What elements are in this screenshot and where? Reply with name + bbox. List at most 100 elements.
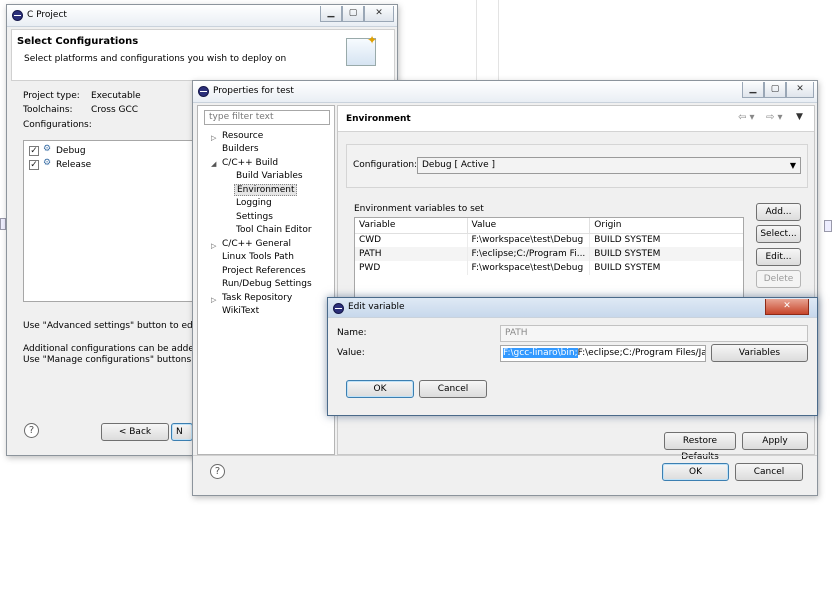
edit-variable-titlebar: Edit variable ✕ [328, 298, 817, 318]
tree-item-logging[interactable]: Logging [236, 198, 272, 208]
wizard-subheading: Select platforms and configurations you … [24, 54, 287, 64]
minimize-button[interactable]: ▁ [742, 82, 764, 98]
table-row[interactable]: PATH F:\eclipse;C:/Program Fi... BUILD S… [355, 247, 743, 261]
variables-button[interactable]: Variables [711, 344, 808, 362]
edit-variable-dialog: Edit variable ✕ Name: PATH Value: F:\gcc… [327, 297, 818, 416]
back-button[interactable]: < Back [101, 423, 169, 441]
table-row[interactable]: PWD F:\workspace\test\Debug BUILD SYSTEM [355, 261, 743, 275]
ok-button[interactable]: OK [346, 380, 414, 398]
page-title: Environment [346, 114, 411, 124]
help-icon[interactable]: ? [210, 464, 225, 479]
row-value: F:\workspace\test\Debug [467, 233, 591, 247]
bg-edge-icon [824, 220, 832, 232]
close-button[interactable]: ✕ [765, 299, 809, 315]
maximize-button[interactable]: ▢ [764, 82, 786, 98]
name-field[interactable]: PATH [500, 325, 808, 342]
cancel-button[interactable]: Cancel [735, 463, 803, 481]
properties-title: Properties for test [213, 86, 294, 96]
wizard-banner-icon: ✦ [346, 33, 377, 66]
env-vars-table: Variable Value Origin CWD F:\workspace\t… [354, 217, 744, 301]
sparkle-icon: ✦ [367, 33, 378, 47]
wizard-heading: Select Configurations [17, 36, 139, 47]
eclipse-app-icon [198, 86, 209, 97]
restore-defaults-button[interactable]: Restore Defaults [664, 432, 736, 462]
table-row[interactable]: CWD F:\workspace\test\Debug BUILD SYSTEM [355, 233, 743, 247]
cancel-button[interactable]: Cancel [419, 380, 487, 398]
edit-button[interactable]: Edit... [756, 248, 801, 266]
close-button[interactable]: ✕ [786, 82, 814, 98]
configuration-select[interactable]: Debug [ Active ] ▼ [417, 157, 801, 174]
release-checkbox[interactable]: ✓ [29, 160, 39, 170]
close-button[interactable]: ✕ [364, 6, 394, 22]
row-value: F:\eclipse;C:/Program Fi... [467, 247, 591, 261]
config-release-label: Release [56, 160, 92, 170]
tree-item-toolchain-editor[interactable]: Tool Chain Editor [236, 225, 312, 235]
eclipse-app-icon [333, 303, 344, 314]
tree-item-linux-tools[interactable]: Linux Tools Path [222, 252, 294, 262]
tree-item-resource[interactable]: Resource [222, 131, 263, 141]
column-variable[interactable]: Variable [355, 218, 468, 234]
env-vars-label: Environment variables to set [354, 204, 484, 214]
tree-item-builders[interactable]: Builders [222, 144, 259, 154]
property-tree-pane: type filter text ▷ Resource Builders ◢ C… [197, 105, 335, 455]
chevron-right-icon[interactable]: ▷ [211, 242, 216, 250]
tree-item-run-debug[interactable]: Run/Debug Settings [222, 279, 312, 289]
apply-button[interactable]: Apply [742, 432, 808, 450]
config-debug-label: Debug [56, 146, 86, 156]
configurations-label: Configurations: [23, 120, 92, 130]
view-menu-icon[interactable]: ▼ [796, 112, 803, 122]
ok-button[interactable]: OK [662, 463, 729, 481]
toolchains-value: Cross GCC [91, 105, 139, 115]
chevron-down-icon[interactable]: ◢ [211, 160, 216, 168]
value-selected-text: F:\gcc-linaro\bin; [503, 348, 578, 358]
project-type-label: Project type: [23, 91, 80, 101]
value-field[interactable]: F:\gcc-linaro\bin;F:\eclipse;C:/Program … [500, 345, 706, 362]
chevron-down-icon: ▼ [789, 161, 796, 170]
column-value[interactable]: Value [467, 218, 591, 234]
tree-item-cbuild[interactable]: C/C++ Build [222, 158, 278, 168]
row-value: F:\workspace\test\Debug [467, 261, 591, 275]
edit-variable-title: Edit variable [348, 302, 405, 312]
toolchains-label: Toolchains: [23, 105, 73, 115]
row-variable: PATH [355, 247, 468, 261]
additional-config-hint: Additional configurations can be added a… [23, 344, 221, 354]
select-button[interactable]: Select... [756, 225, 801, 243]
maximize-button[interactable]: ▢ [342, 6, 364, 22]
wizard-banner: Select Configurations Select platforms a… [11, 29, 395, 81]
row-variable: CWD [355, 233, 468, 247]
gear-icon: ⚙ [43, 158, 52, 168]
bg-line [476, 0, 477, 80]
tree-item-cgeneral[interactable]: C/C++ General [222, 239, 291, 249]
add-button[interactable]: Add... [756, 203, 801, 221]
manage-config-hint: Use "Manage configurations" buttons eith… [23, 355, 217, 365]
tree-item-settings[interactable]: Settings [236, 212, 273, 222]
chevron-right-icon[interactable]: ▷ [211, 134, 216, 142]
tree-item-wikitext[interactable]: WikiText [222, 306, 259, 316]
tree-item-project-references[interactable]: Project References [222, 266, 306, 276]
project-type-value: Executable [91, 91, 141, 101]
tree-item-build-variables[interactable]: Build Variables [236, 171, 303, 181]
page-header: Environment ⇦ ▾ ⇨ ▾ ▼ [338, 106, 814, 132]
debug-checkbox[interactable]: ✓ [29, 146, 39, 156]
name-label: Name: [337, 328, 367, 338]
forward-nav-icon[interactable]: ⇨ ▾ [766, 112, 783, 123]
row-origin: BUILD SYSTEM [589, 261, 743, 275]
c-project-title: C Project [27, 10, 67, 20]
row-variable: PWD [355, 261, 468, 275]
chevron-right-icon[interactable]: ▷ [211, 296, 216, 304]
value-rest-text: F:\eclipse;C:/Program Files/Java/ [577, 348, 706, 358]
filter-input[interactable]: type filter text [204, 110, 330, 125]
tree-item-environment[interactable]: Environment [234, 184, 298, 196]
row-origin: BUILD SYSTEM [589, 247, 743, 261]
tree-item-task-repository[interactable]: Task Repository [222, 293, 292, 303]
eclipse-app-icon [12, 10, 23, 21]
bg-line [498, 0, 499, 80]
back-nav-icon[interactable]: ⇦ ▾ [738, 112, 755, 123]
row-origin: BUILD SYSTEM [589, 233, 743, 247]
column-origin[interactable]: Origin [589, 218, 743, 234]
minimize-button[interactable]: ▁ [320, 6, 342, 22]
delete-button[interactable]: Delete [756, 270, 801, 288]
advanced-settings-hint: Use "Advanced settings" button to edit p… [23, 321, 219, 331]
next-button[interactable]: N [171, 423, 193, 441]
help-icon[interactable]: ? [24, 423, 39, 438]
